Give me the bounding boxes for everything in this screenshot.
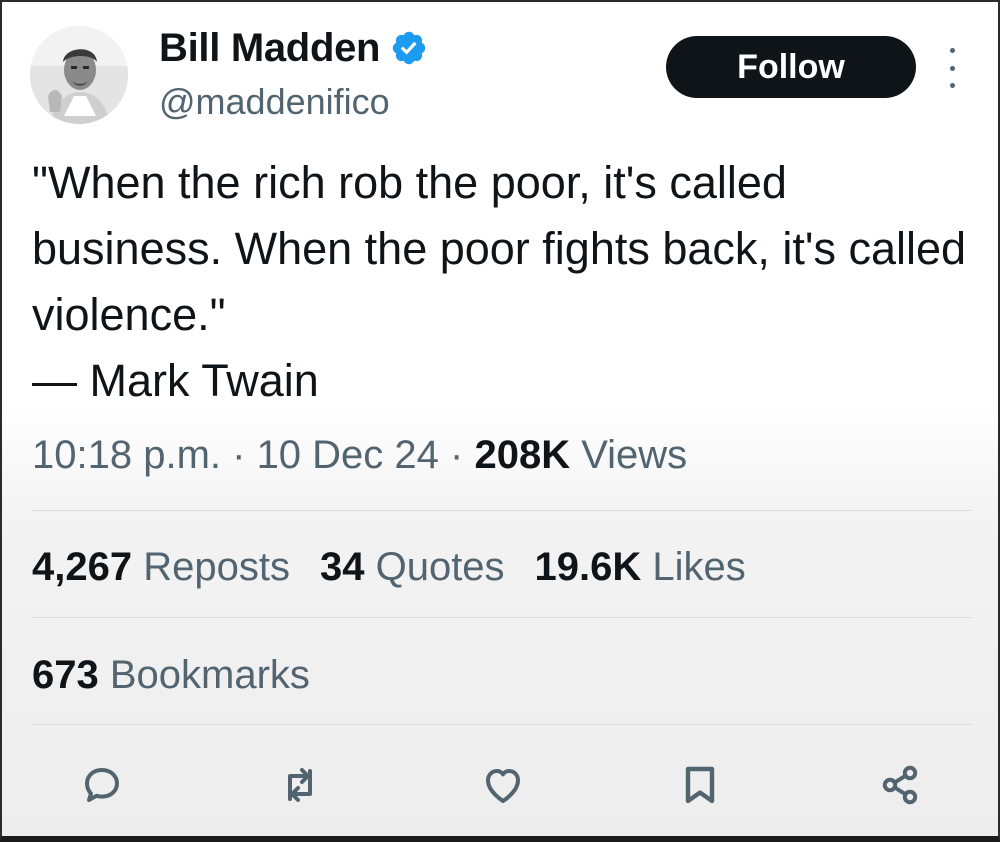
quotes-label: Quotes	[364, 545, 505, 589]
reply-button[interactable]	[74, 757, 130, 813]
tweet-time[interactable]: 10:18 p.m.	[32, 433, 221, 477]
repost-button[interactable]	[272, 757, 328, 813]
verified-badge-icon	[392, 31, 426, 65]
divider	[32, 510, 972, 511]
author-handle[interactable]: @maddenifico	[159, 80, 390, 124]
more-dot	[949, 65, 955, 71]
views-label: Views	[570, 433, 688, 477]
repost-icon	[288, 768, 312, 802]
like-button[interactable]	[475, 757, 531, 813]
quotes-stat[interactable]: 34 Quotes	[320, 539, 505, 595]
bookmark-icon	[685, 766, 715, 804]
bookmarks-count: 673	[32, 653, 99, 697]
follow-button[interactable]: Follow	[666, 36, 916, 98]
reply-icon	[85, 768, 119, 802]
avatar[interactable]	[30, 26, 128, 124]
meta-separator: ·	[221, 433, 257, 477]
divider	[32, 724, 972, 725]
author-name-row: Bill Madden	[159, 26, 428, 70]
more-dot	[949, 83, 955, 88]
more-vertical-icon[interactable]	[937, 48, 967, 88]
bookmark-button[interactable]	[672, 757, 728, 813]
quotes-count: 34	[319, 545, 365, 589]
reposts-stat[interactable]: 4,267 Reposts	[32, 539, 290, 595]
bookmarks-label: Bookmarks	[98, 653, 310, 697]
bookmarks-stat[interactable]: 673 Bookmarks	[32, 647, 310, 703]
heart-icon	[486, 769, 520, 803]
divider	[32, 617, 972, 618]
likes-label: Likes	[641, 545, 746, 589]
tweet-card: Bill Madden @maddenifico Follow "When th…	[0, 0, 1000, 842]
views-count: 208K	[474, 433, 571, 477]
meta-separator: ·	[438, 433, 475, 477]
share-button[interactable]	[872, 757, 928, 813]
likes-stat[interactable]: 19.6K Likes	[535, 539, 746, 595]
display-name[interactable]: Bill Madden	[159, 26, 380, 70]
avatar-photo	[30, 26, 128, 124]
engagement-stats: 4,267 Reposts 34 Quotes 19.6K Likes	[32, 539, 746, 595]
reposts-label: Reposts	[132, 545, 290, 589]
more-dot	[949, 48, 955, 53]
tweet-meta: 10:18 p.m. · 10 Dec 24 · 208K Views	[32, 426, 687, 484]
likes-count: 19.6K	[534, 545, 642, 589]
share-icon	[882, 765, 918, 805]
reposts-count: 4,267	[32, 545, 133, 589]
tweet-text: "When the rich rob the poor, it's called…	[32, 157, 967, 406]
tweet-date[interactable]: 10 Dec 24	[257, 433, 439, 477]
